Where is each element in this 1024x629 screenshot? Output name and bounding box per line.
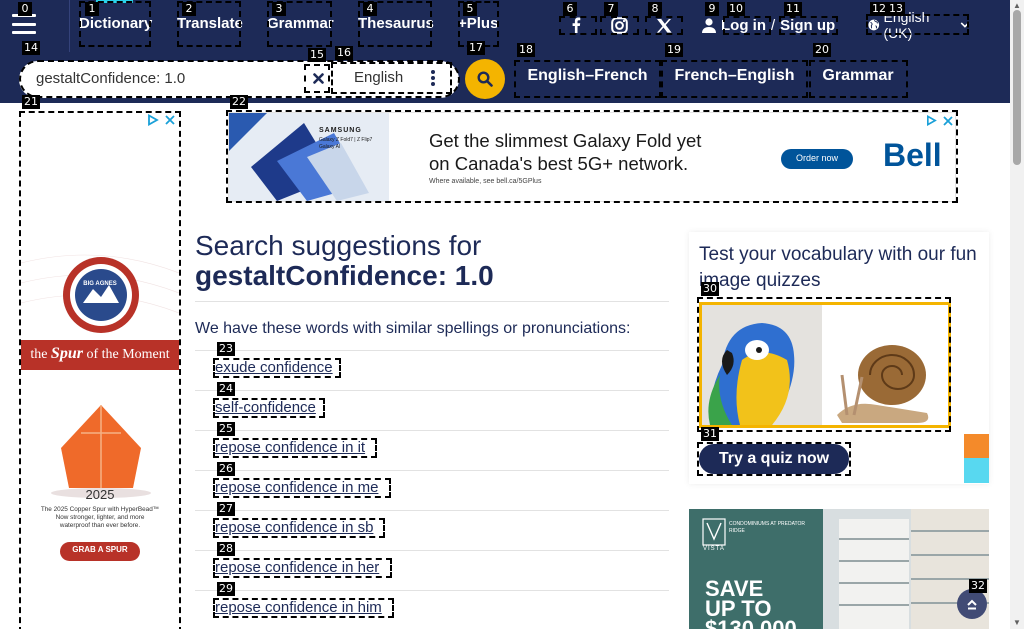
user-icon bbox=[702, 17, 716, 33]
nav-translate[interactable]: Translate bbox=[177, 0, 243, 48]
dictionary-language-label: English bbox=[354, 69, 404, 86]
left-ad-year: 2025 bbox=[85, 487, 115, 502]
try-quiz-button[interactable]: Try a quiz now bbox=[699, 444, 849, 474]
close-icon[interactable] bbox=[306, 65, 330, 91]
annotation-badge: 23 bbox=[217, 342, 235, 356]
suggestion-link[interactable]: repose confidence in me bbox=[215, 479, 378, 496]
banner-cta[interactable]: Order now bbox=[781, 153, 853, 163]
suggestion-link[interactable]: repose confidence in sb bbox=[215, 519, 373, 536]
quiz-title: Test your vocabulary with our fun image … bbox=[699, 244, 977, 291]
divider bbox=[195, 470, 669, 471]
divider bbox=[195, 430, 669, 431]
top-banner-advertisement[interactable]: SAMSUNG Galaxy Z Fold7 | Z Flip7 Galaxy … bbox=[228, 112, 956, 202]
page-title-prefix: Search suggestions for bbox=[195, 230, 482, 261]
suggestions-intro: We have these words with similar spellin… bbox=[195, 320, 631, 337]
suggestion-link[interactable]: repose confidence in her bbox=[215, 559, 379, 576]
right-ad-sub: CONDOMINIUMS AT PREDATOR RIDGE bbox=[729, 521, 806, 534]
left-ad-cta[interactable]: GRAB A SPUR bbox=[60, 545, 140, 554]
adchoices-icon bbox=[148, 114, 159, 126]
banner-fine-print: Where available, see bell.ca/5GPlus bbox=[429, 178, 542, 185]
tab-french-english[interactable]: French–English bbox=[662, 53, 807, 98]
scroll-to-top-button[interactable] bbox=[957, 589, 987, 619]
nav-grammar[interactable]: Grammar bbox=[267, 0, 334, 48]
dictionary-language-select[interactable]: English bbox=[332, 63, 452, 93]
nav-plus[interactable]: +Plus bbox=[458, 0, 498, 48]
suggestion-link[interactable]: self-confidence bbox=[215, 399, 316, 416]
left-ad-tagline: the Spur of the Moment bbox=[30, 345, 170, 362]
quiz-image[interactable] bbox=[699, 302, 951, 428]
annotation-badge: 25 bbox=[217, 422, 235, 436]
page-title-query: gestaltConfidence: 1.0 bbox=[195, 260, 494, 291]
divider bbox=[195, 550, 669, 551]
annotation-badge: 28 bbox=[217, 542, 235, 556]
banner-brand: SAMSUNG bbox=[319, 127, 362, 134]
annotation-badge: 27 bbox=[217, 502, 235, 516]
nav-dictionary[interactable]: Dictionary bbox=[79, 0, 152, 48]
page-title: Search suggestions for gestaltConfidence… bbox=[195, 231, 665, 291]
scrollbar-thumb[interactable] bbox=[1013, 10, 1021, 165]
nav-divider bbox=[69, 0, 70, 52]
suggestion-link[interactable]: exude confidence bbox=[215, 359, 333, 376]
close-icon bbox=[165, 115, 175, 125]
site-language-label: English (UK) bbox=[883, 9, 930, 41]
tab-english-french[interactable]: English–French bbox=[515, 53, 660, 98]
chevron-down-icon bbox=[960, 22, 970, 28]
suggestion-link[interactable]: repose confidence in him bbox=[215, 599, 382, 616]
right-ad-offer: SAVE UP TO $130,000 bbox=[705, 576, 797, 629]
scroll-up-arrow[interactable]: ▲ bbox=[1012, 2, 1022, 10]
suggestion-link[interactable]: repose confidence in it bbox=[215, 439, 365, 456]
login-separator: / bbox=[771, 16, 776, 34]
arrow-up-icon bbox=[967, 599, 977, 610]
banner-ad-choices[interactable] bbox=[926, 115, 953, 126]
login-link[interactable]: Log in bbox=[721, 17, 766, 34]
left-ad-copy: The 2025 Copper Spur with HyperBead™ Now … bbox=[40, 506, 160, 529]
search-button[interactable] bbox=[465, 59, 505, 99]
annotation-badge: 29 bbox=[217, 582, 235, 596]
facebook-icon[interactable] bbox=[563, 14, 589, 36]
nav-thesaurus[interactable]: Thesaurus bbox=[358, 0, 434, 48]
site-language-select[interactable]: English (UK) bbox=[866, 9, 970, 41]
bell-logo: Bell bbox=[883, 137, 942, 173]
scroll-down-arrow[interactable]: ▼ bbox=[1012, 619, 1022, 627]
search-input[interactable] bbox=[36, 67, 298, 89]
instagram-icon[interactable] bbox=[603, 14, 635, 36]
right-advertisement[interactable]: VISTA CONDOMINIUMS AT PREDATOR RIDGE SAV… bbox=[689, 509, 989, 629]
banner-ai-tag: Galaxy AI bbox=[319, 144, 341, 150]
divider bbox=[195, 390, 669, 391]
divider bbox=[195, 510, 669, 511]
search-icon bbox=[477, 71, 493, 87]
divider bbox=[195, 350, 669, 351]
left-advertisement[interactable]: the Spur of the Moment BIG AGNES 2025 Th… bbox=[20, 113, 180, 629]
right-ad-brand: VISTA bbox=[703, 546, 725, 552]
signup-link[interactable]: Sign up bbox=[780, 17, 835, 34]
banner-model: Galaxy Z Fold7 | Z Flip7 bbox=[319, 137, 373, 143]
menu-icon[interactable] bbox=[12, 14, 36, 34]
feedback-tab-orange[interactable] bbox=[964, 434, 989, 458]
divider bbox=[195, 301, 669, 302]
left-ad-choices[interactable] bbox=[147, 114, 175, 126]
divider bbox=[195, 590, 669, 591]
close-icon bbox=[943, 115, 953, 126]
login-signup: Log in / Sign up bbox=[702, 14, 835, 36]
left-ad-brand: BIG AGNES bbox=[83, 281, 117, 287]
x-twitter-icon[interactable] bbox=[647, 14, 681, 36]
annotation-badge: 24 bbox=[217, 382, 235, 396]
banner-headline: Get the slimmest Galaxy Fold yet on Cana… bbox=[429, 130, 702, 174]
more-vertical-icon bbox=[431, 70, 435, 86]
annotation-badge: 26 bbox=[217, 462, 235, 476]
adchoices-icon bbox=[927, 115, 937, 126]
feedback-tab-cyan[interactable] bbox=[964, 458, 989, 483]
globe-icon bbox=[868, 19, 880, 31]
tab-grammar[interactable]: Grammar bbox=[809, 53, 907, 98]
